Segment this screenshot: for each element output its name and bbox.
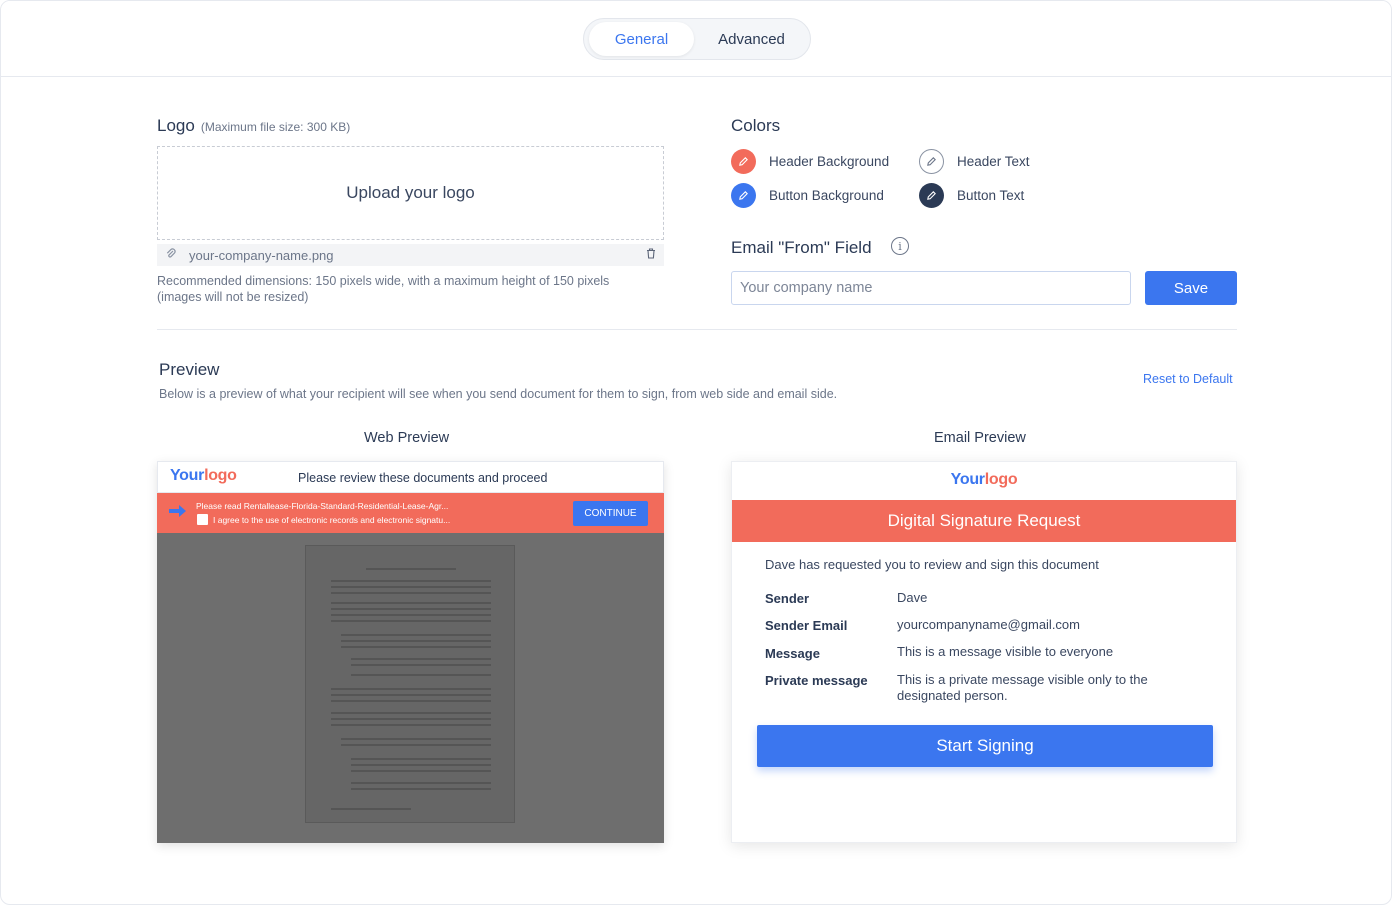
top-bar: General Advanced — [1, 1, 1391, 77]
trash-icon[interactable] — [646, 248, 656, 262]
sender-email-key: Sender Email — [765, 618, 848, 633]
logo-title: Logo — [157, 116, 195, 135]
email-preview-banner: Digital Signature Request — [732, 500, 1236, 542]
email-intro-text: Dave has requested you to review and sig… — [765, 557, 1099, 572]
logo-size-hint: (Maximum file size: 300 KB) — [200, 120, 351, 134]
uploaded-file-row: your-company-name.png — [157, 244, 664, 266]
web-preview-header-message: Please review these documents and procee… — [298, 471, 548, 485]
color-button-background[interactable]: Button Background — [731, 183, 884, 208]
email-preview-title: Email Preview — [934, 430, 1026, 446]
message-key: Message — [765, 646, 820, 661]
color-label: Header Background — [769, 154, 890, 169]
settings-page: General Advanced Logo (Maximum file size:… — [0, 0, 1392, 905]
banner-agree-text: I agree to the use of electronic records… — [213, 515, 451, 525]
private-message-value: This is a private message visible only t… — [897, 672, 1148, 703]
email-preview-logo: Yourlogo — [950, 471, 1018, 488]
tab-advanced[interactable]: Advanced — [696, 22, 807, 56]
sender-email-value: yourcompanyname@gmail.com — [897, 617, 1080, 632]
email-preview-card: Yourlogo Digital Signature Request Dave … — [731, 461, 1237, 843]
pencil-icon — [919, 149, 944, 174]
sender-key: Sender — [765, 591, 810, 606]
color-label: Button Text — [957, 188, 1025, 203]
section-divider — [157, 329, 1237, 330]
reset-to-default-link[interactable]: Reset to Default — [1143, 372, 1233, 386]
logo-section-title: Logo (Maximum file size: 300 KB) — [157, 116, 350, 136]
save-button[interactable]: Save — [1145, 271, 1237, 305]
sender-value: Dave — [897, 590, 928, 605]
pencil-icon — [731, 149, 756, 174]
email-from-title: Email "From" Field — [731, 238, 872, 257]
start-signing-button[interactable]: Start Signing — [757, 725, 1213, 767]
color-header-background[interactable]: Header Background — [731, 149, 889, 174]
paperclip-icon — [165, 247, 179, 263]
web-preview-banner: Please read Rentallease-Florida-Standard… — [157, 493, 664, 533]
web-preview-header: Yourlogo Please review these documents a… — [157, 461, 664, 493]
file-name: your-company-name.png — [189, 247, 334, 263]
company-name-input[interactable] — [731, 271, 1131, 305]
color-label: Header Text — [957, 154, 1030, 169]
pencil-icon — [731, 183, 756, 208]
document-page-thumbnail — [305, 545, 515, 823]
preview-title: Preview — [159, 360, 220, 379]
banner-read-text: Please read Rentallease-Florida-Standard… — [196, 501, 449, 511]
web-preview-card: Yourlogo Please review these documents a… — [157, 461, 664, 843]
message-value: This is a message visible to everyone — [897, 644, 1114, 659]
private-message-key: Private message — [765, 673, 868, 688]
color-header-text[interactable]: Header Text — [919, 149, 1030, 174]
preview-description: Below is a preview of what your recipien… — [159, 387, 838, 401]
colors-title: Colors — [731, 116, 781, 135]
color-label: Button Background — [769, 188, 884, 203]
web-preview-title: Web Preview — [364, 430, 450, 446]
arrow-right-icon — [169, 505, 186, 517]
logo-recommendation: Recommended dimensions: 150 pixels wide,… — [157, 274, 610, 304]
upload-logo-dropzone[interactable]: Upload your logo — [157, 146, 664, 240]
continue-button[interactable]: CONTINUE — [573, 501, 648, 526]
tab-general[interactable]: General — [589, 22, 695, 56]
info-icon[interactable]: i — [891, 237, 909, 255]
pencil-icon — [919, 183, 944, 208]
web-preview-logo: Yourlogo — [170, 467, 237, 484]
upload-logo-label: Upload your logo — [346, 183, 475, 202]
tab-switcher: General Advanced — [583, 18, 811, 60]
color-button-text[interactable]: Button Text — [919, 183, 1024, 208]
agree-checkbox[interactable] — [197, 514, 208, 525]
